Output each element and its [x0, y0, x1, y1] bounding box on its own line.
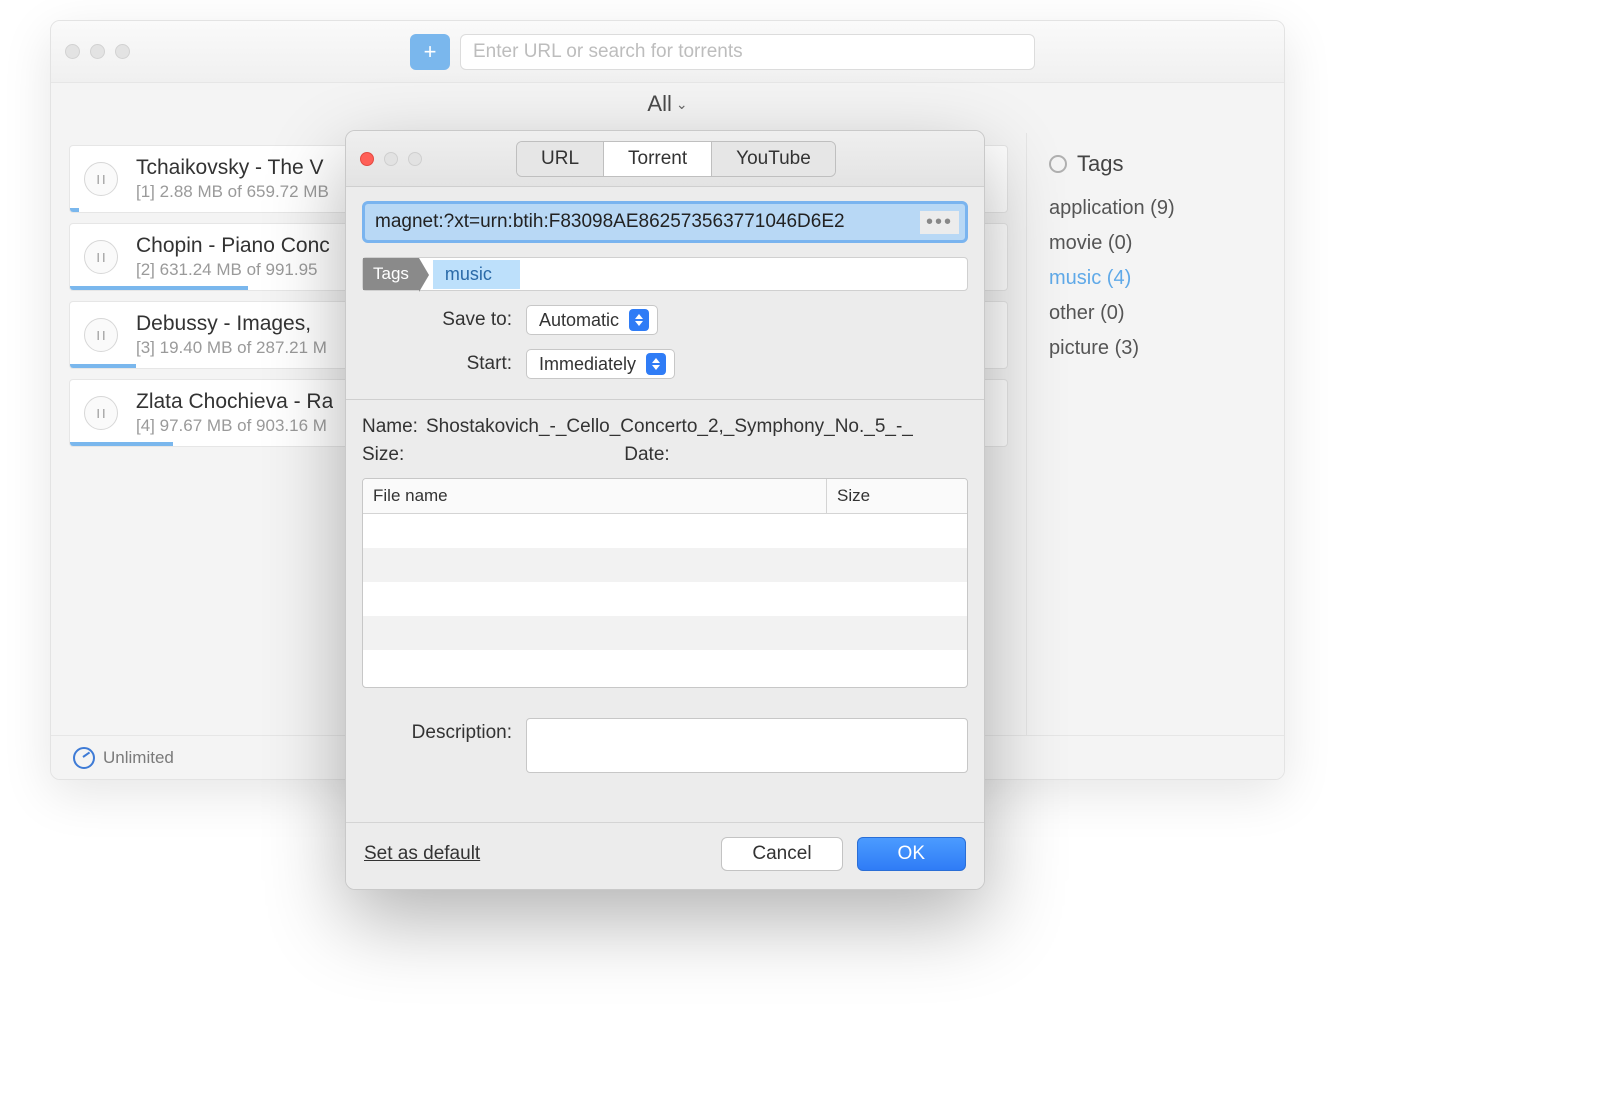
size-label: Size: — [362, 444, 404, 466]
stepper-icon — [646, 353, 666, 375]
filter-dropdown[interactable]: All ⌄ — [51, 83, 1284, 133]
progress-bar — [70, 364, 136, 368]
start-select[interactable]: Immediately — [526, 349, 675, 379]
tags-header-label: Tags — [1077, 151, 1123, 177]
download-status: [1] 2.88 MB of 659.72 MB — [136, 182, 329, 202]
zoom-icon — [408, 152, 422, 166]
tag-item-application[interactable]: application (9) — [1049, 191, 1262, 226]
tag-item-other[interactable]: other (0) — [1049, 296, 1262, 331]
more-icon[interactable]: ••• — [920, 211, 959, 234]
table-row — [363, 514, 967, 548]
tag-item-music[interactable]: music (4) — [1049, 261, 1262, 296]
start-label: Start: — [362, 353, 512, 375]
magnet-url-input[interactable]: magnet:?xt=urn:btih:F83098AE862573563771… — [362, 201, 968, 243]
traffic-lights — [65, 44, 130, 59]
plus-icon: + — [424, 41, 437, 63]
tab-torrent[interactable]: Torrent — [604, 142, 712, 176]
source-tabs: URL Torrent YouTube — [516, 141, 836, 177]
description-input[interactable] — [526, 718, 968, 773]
pause-icon[interactable]: II — [84, 240, 118, 274]
progress-bar — [70, 208, 79, 212]
download-title: Zlata Chochieva - Ra — [136, 390, 333, 414]
magnet-url-value: magnet:?xt=urn:btih:F83098AE862573563771… — [375, 211, 955, 233]
download-title: Tchaikovsky - The V — [136, 156, 329, 180]
add-button[interactable]: + — [410, 34, 450, 70]
file-table: File name Size — [362, 478, 968, 688]
download-title: Debussy - Images, — [136, 312, 327, 336]
tag-item-picture[interactable]: picture (3) — [1049, 331, 1262, 366]
modal-titlebar: URL Torrent YouTube — [346, 131, 984, 187]
search-input[interactable]: Enter URL or search for torrents — [460, 34, 1035, 70]
speed-label: Unlimited — [103, 748, 174, 768]
start-value: Immediately — [539, 354, 636, 375]
divider — [346, 399, 984, 400]
tag-chip-music[interactable]: music — [433, 260, 520, 289]
modal-footer: Set as default Cancel OK — [346, 822, 984, 889]
set-default-link[interactable]: Set as default — [364, 843, 707, 865]
close-icon[interactable] — [360, 152, 374, 166]
save-to-value: Automatic — [539, 310, 619, 331]
name-label: Name: — [362, 416, 418, 438]
name-value: Shostakovich_-_Cello_Concerto_2,_Symphon… — [426, 416, 913, 438]
tags-input[interactable]: Tags music — [362, 257, 968, 291]
save-to-select[interactable]: Automatic — [526, 305, 658, 335]
stepper-icon — [629, 309, 649, 331]
tags-header: Tags — [1049, 151, 1262, 177]
pause-icon[interactable]: II — [84, 396, 118, 430]
description-label: Description: — [362, 718, 512, 773]
download-status: [3] 19.40 MB of 287.21 M — [136, 338, 327, 358]
zoom-icon[interactable] — [115, 44, 130, 59]
download-status: [4] 97.67 MB of 903.16 M — [136, 416, 333, 436]
date-label: Date: — [624, 444, 669, 466]
table-row — [363, 616, 967, 650]
add-torrent-dialog: URL Torrent YouTube magnet:?xt=urn:btih:… — [345, 130, 985, 890]
search-placeholder: Enter URL or search for torrents — [473, 41, 743, 63]
download-status: [2] 631.24 MB of 991.95 — [136, 260, 330, 280]
progress-bar — [70, 442, 173, 446]
pause-icon[interactable]: II — [84, 162, 118, 196]
minimize-icon[interactable] — [90, 44, 105, 59]
filter-label: All — [647, 91, 671, 116]
table-row — [363, 548, 967, 582]
tab-youtube[interactable]: YouTube — [712, 142, 835, 176]
modal-traffic-lights — [360, 152, 422, 166]
table-row — [363, 650, 967, 684]
minimize-icon — [384, 152, 398, 166]
save-to-label: Save to: — [362, 309, 512, 331]
speedometer-icon[interactable] — [73, 747, 95, 769]
cancel-button[interactable]: Cancel — [721, 837, 842, 871]
progress-bar — [70, 286, 248, 290]
tag-ring-icon — [1049, 155, 1067, 173]
table-row — [363, 582, 967, 616]
modal-body: magnet:?xt=urn:btih:F83098AE862573563771… — [346, 187, 984, 822]
tags-panel: Tags application (9) movie (0) music (4)… — [1026, 133, 1284, 780]
tag-item-movie[interactable]: movie (0) — [1049, 226, 1262, 261]
chevron-down-icon: ⌄ — [676, 96, 688, 113]
tab-url[interactable]: URL — [517, 142, 604, 176]
pause-icon[interactable]: II — [84, 318, 118, 352]
col-size[interactable]: Size — [827, 479, 967, 513]
close-icon[interactable] — [65, 44, 80, 59]
ok-button[interactable]: OK — [857, 837, 966, 871]
col-filename[interactable]: File name — [363, 479, 827, 513]
tags-field-label: Tags — [363, 258, 419, 290]
download-title: Chopin - Piano Conc — [136, 234, 330, 258]
toolbar: + Enter URL or search for torrents — [51, 21, 1284, 83]
